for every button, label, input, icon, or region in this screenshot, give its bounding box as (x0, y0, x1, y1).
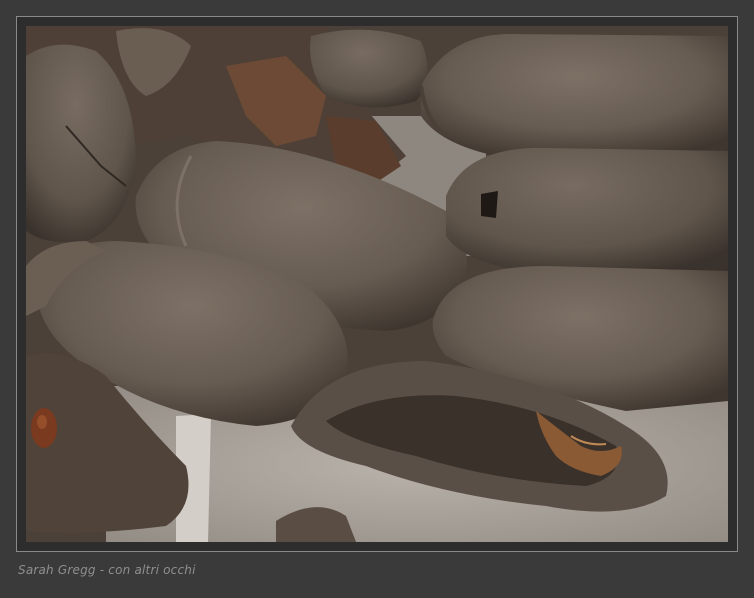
photo-artwork (26, 26, 728, 542)
mud-dauber-nest-photo (26, 26, 728, 542)
photo-credit-caption: Sarah Gregg - con altri occhi (18, 563, 196, 577)
